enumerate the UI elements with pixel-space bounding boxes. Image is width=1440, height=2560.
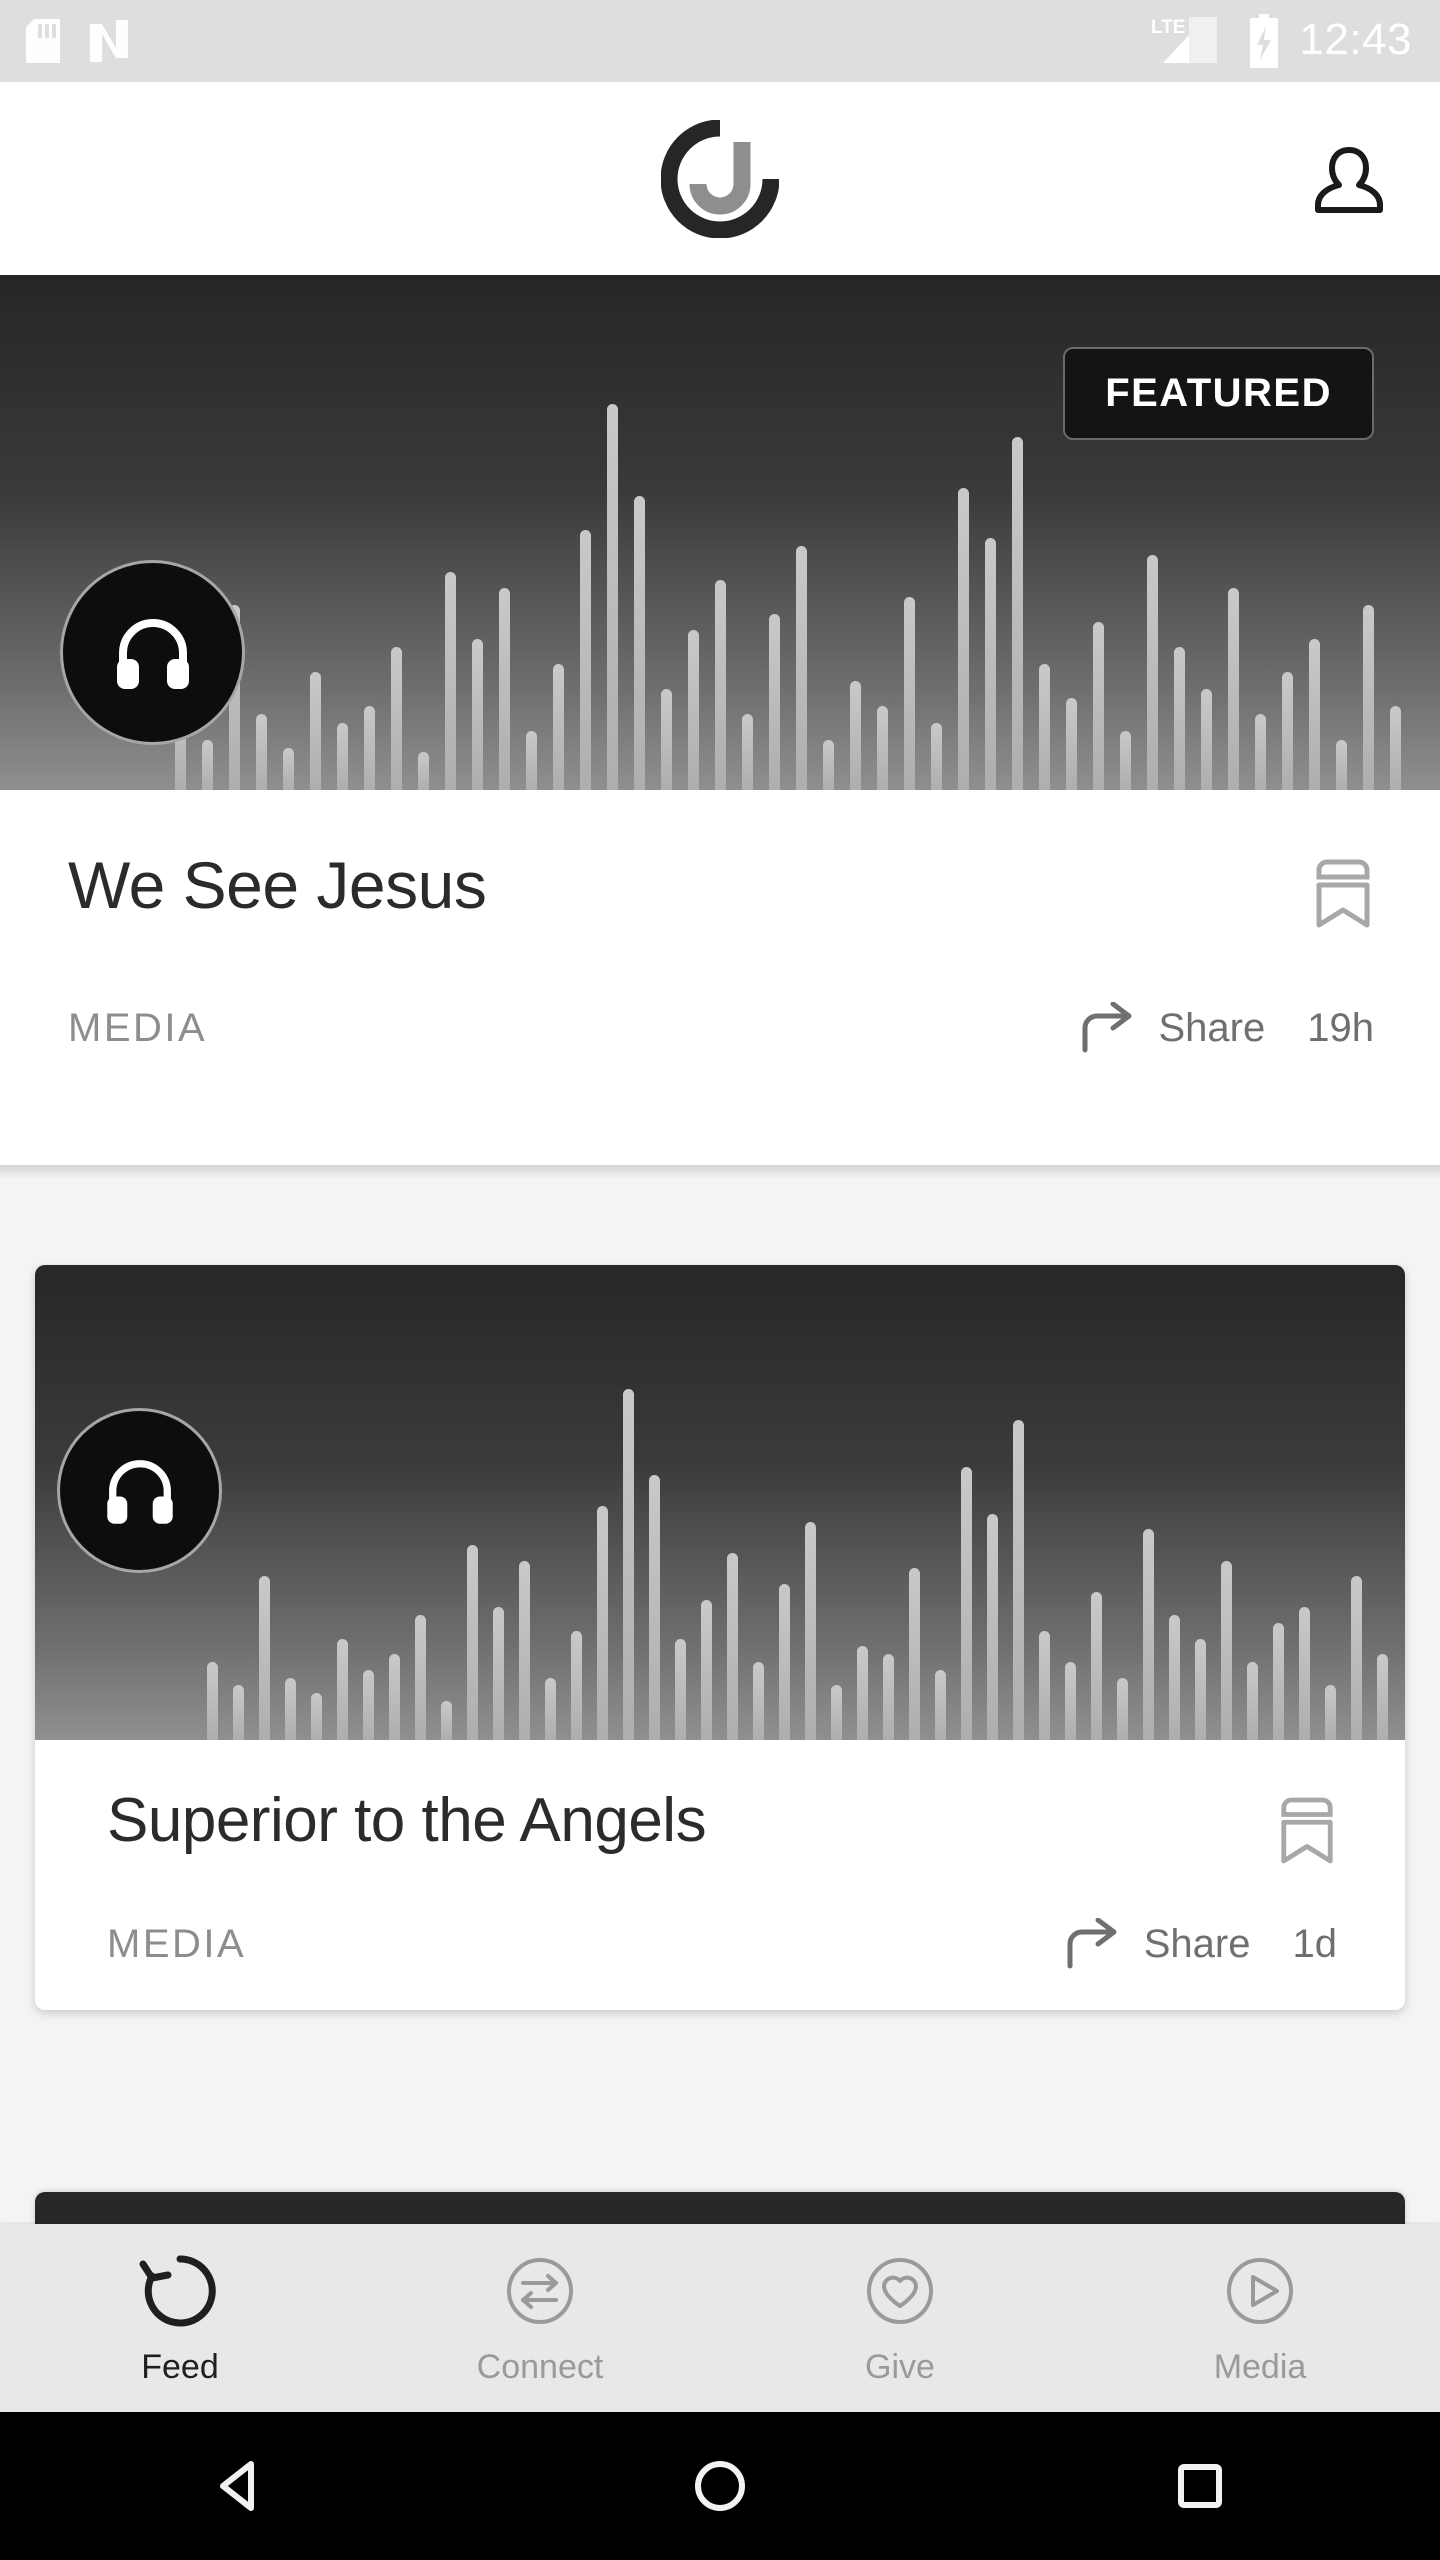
featured-bookmark-button[interactable]: [1312, 852, 1374, 935]
exchange-arrows-circle-icon: [507, 2257, 573, 2324]
featured-play-button[interactable]: [60, 560, 245, 745]
share-arrow-icon[interactable]: [1064, 1918, 1122, 1970]
battery-charging-icon: [1250, 14, 1279, 68]
card-meta-row: MEDIA Share 1d: [107, 1918, 1337, 1970]
home-circle-icon: [695, 2461, 745, 2511]
card-hero-image[interactable]: [35, 1265, 1405, 1740]
audio-waveform: [35, 1265, 1405, 1740]
recents-square-icon: [1178, 2464, 1222, 2508]
bookmark-icon: [1316, 859, 1370, 928]
card-body: Superior to the Angels MEDIA Share 1d: [35, 1740, 1405, 2010]
signal-bars-icon: LTE: [1151, 17, 1218, 63]
headphones-icon: [116, 618, 189, 689]
svg-text:LTE: LTE: [1151, 17, 1185, 38]
status-bar-left-icons: [26, 18, 132, 64]
tab-connect[interactable]: Connect: [360, 2224, 720, 2412]
headphones-icon: [106, 1459, 173, 1524]
status-bar-right-icons: LTE 12:43: [1149, 13, 1412, 69]
featured-badge: FEATURED: [1063, 347, 1374, 440]
sd-card-icon: [26, 19, 60, 63]
app-logo-icon: [660, 119, 780, 238]
person-icon: [1315, 146, 1383, 213]
featured-divider: [0, 1165, 1440, 1179]
android-recents-button[interactable]: [1110, 2412, 1290, 2560]
tab-give[interactable]: Give: [720, 2224, 1080, 2412]
tab-feed[interactable]: Feed: [0, 2224, 360, 2412]
featured-category-label: MEDIA: [68, 1005, 208, 1050]
tab-media[interactable]: Media: [1080, 2224, 1440, 2412]
android-back-button[interactable]: [150, 2412, 330, 2560]
back-triangle-icon: [220, 2461, 254, 2511]
card-category-label: MEDIA: [107, 1921, 247, 1966]
profile-button[interactable]: [1294, 124, 1404, 234]
bottom-tab-bar: Feed Connect Give Media: [0, 2224, 1440, 2412]
card-bookmark-button[interactable]: [1277, 1790, 1337, 1871]
app-screen: LTE 12:43 FEATURED We See Jesus MEDIA Sh…: [0, 0, 1440, 2560]
status-bar: LTE 12:43: [0, 0, 1440, 82]
featured-actions: Share 19h: [1079, 1002, 1374, 1054]
card-title-row: Superior to the Angels: [107, 1790, 1337, 1871]
card-actions: Share 1d: [1064, 1918, 1337, 1970]
share-arrow-icon[interactable]: [1079, 1002, 1137, 1054]
featured-title-row: We See Jesus: [68, 852, 1374, 935]
tab-connect-label: Connect: [476, 2347, 604, 2386]
featured-title: We See Jesus: [68, 848, 487, 922]
android-home-button[interactable]: [630, 2412, 810, 2560]
featured-card-body: We See Jesus MEDIA Share 19h: [0, 790, 1440, 1165]
tab-media-label: Media: [1213, 2347, 1307, 2386]
featured-meta-row: MEDIA Share 19h: [68, 1002, 1374, 1054]
play-circle-icon: [1227, 2257, 1293, 2324]
android-navigation-bar: [0, 2412, 1440, 2560]
bookmark-icon: [1281, 1797, 1333, 1864]
featured-share-label[interactable]: Share: [1159, 1006, 1266, 1051]
card-title: Superior to the Angels: [107, 1786, 707, 1855]
nfc-icon: [90, 20, 128, 62]
tab-feed-label: Feed: [141, 2347, 219, 2386]
feed-card[interactable]: Superior to the Angels MEDIA Share 1d: [35, 1265, 1405, 2010]
refresh-circle-icon: [139, 2254, 216, 2326]
tab-give-label: Give: [865, 2347, 935, 2386]
card-timestamp: 1d: [1292, 1921, 1338, 1966]
card-share-label[interactable]: Share: [1144, 1922, 1251, 1967]
app-header: [0, 82, 1440, 275]
heart-circle-icon: [867, 2257, 933, 2324]
status-bar-clock: 12:43: [1299, 14, 1412, 64]
card-play-button[interactable]: [57, 1408, 222, 1573]
featured-timestamp: 19h: [1307, 1005, 1374, 1050]
